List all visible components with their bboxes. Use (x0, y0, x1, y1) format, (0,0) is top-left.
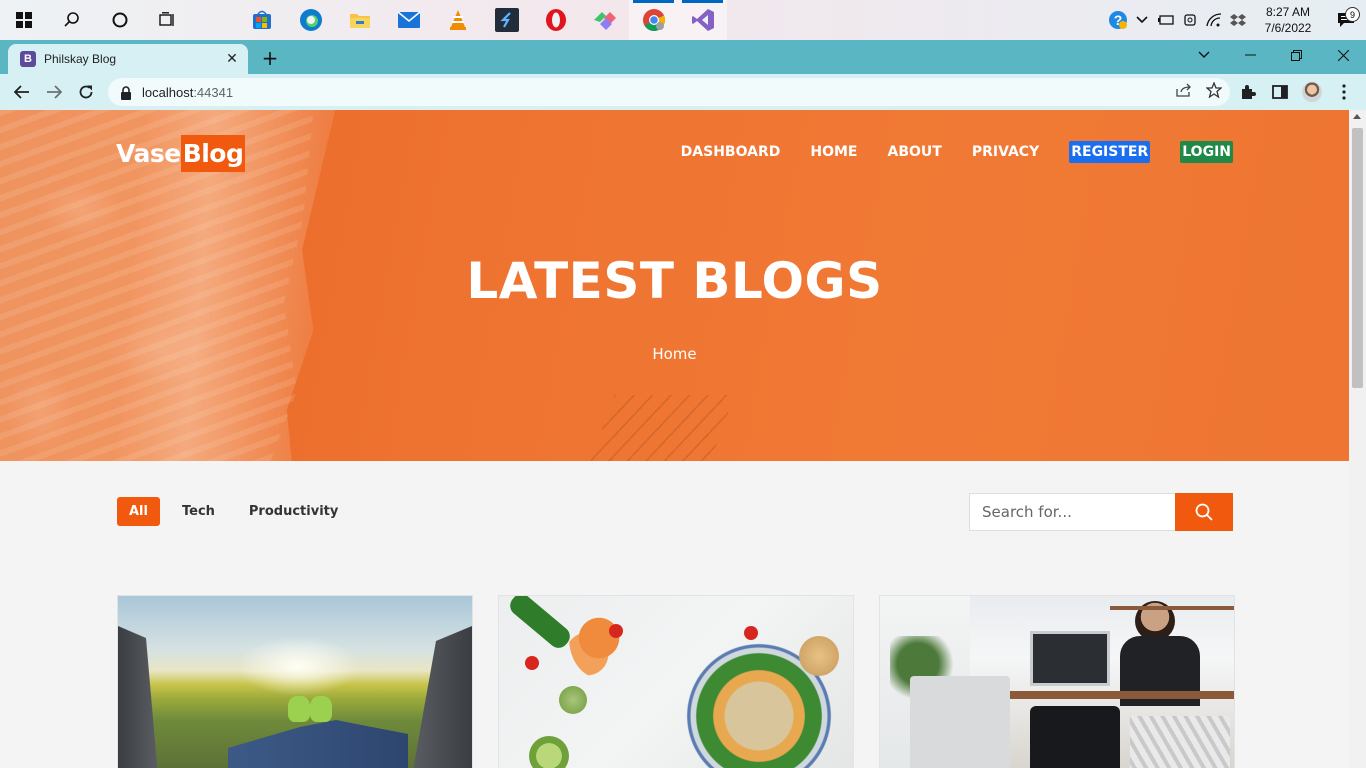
new-tab-button[interactable]: + (258, 44, 282, 72)
notification-count-badge: 9 (1345, 7, 1360, 22)
address-bar[interactable]: localhost:44341 (108, 78, 1230, 106)
url-text: localhost:44341 (142, 84, 234, 100)
nav-about-link[interactable]: ABOUT (888, 144, 942, 160)
browser-toolbar: localhost:44341 (0, 74, 1366, 110)
blog-card-image[interactable] (880, 596, 1234, 768)
forward-arrow-icon[interactable] (38, 76, 70, 108)
restore-window-icon[interactable] (1273, 40, 1319, 70)
browser-tab-strip: B Philskay Blog ✕ + (0, 40, 1366, 74)
chrome-icon[interactable] (629, 0, 678, 40)
blog-card[interactable] (117, 595, 473, 768)
side-panel-icon[interactable] (1264, 76, 1296, 108)
dropbox-icon[interactable] (1226, 0, 1250, 40)
menu-kebab-icon[interactable] (1328, 76, 1360, 108)
clock-date: 7/6/2022 (1264, 21, 1312, 35)
reload-icon[interactable] (70, 76, 102, 108)
blog-card[interactable] (879, 595, 1235, 768)
blog-card-image[interactable] (118, 596, 472, 768)
nav-home-link[interactable]: HOME (810, 144, 857, 160)
site-logo[interactable]: Vase Blog (116, 135, 246, 172)
wifi-icon[interactable] (1202, 0, 1226, 40)
mail-icon[interactable] (384, 0, 433, 40)
visual-studio-icon[interactable] (678, 0, 727, 40)
lock-icon[interactable] (120, 85, 132, 100)
clock-time: 8:27 AM (1265, 5, 1311, 19)
page-title: LATEST BLOGS (466, 252, 883, 310)
search-icon[interactable] (48, 0, 96, 40)
profile-avatar[interactable] (1296, 76, 1328, 108)
logo-text-part2: Blog (180, 135, 246, 172)
edge-browser-icon[interactable] (286, 0, 335, 40)
task-view-icon[interactable] (144, 0, 192, 40)
blog-card-list (117, 595, 1235, 768)
device-icon[interactable] (1178, 0, 1202, 40)
page-scrollbar[interactable] (1349, 110, 1366, 768)
git-client-icon[interactable] (580, 0, 629, 40)
battery-icon[interactable] (1154, 0, 1178, 40)
search-icon (1195, 503, 1213, 521)
chevron-up-icon[interactable] (1130, 0, 1154, 40)
blog-card[interactable] (498, 595, 854, 768)
nav-dashboard-link[interactable]: DASHBOARD (681, 144, 781, 160)
main-navigation: DASHBOARD HOME ABOUT PRIVACY REGISTER LO… (681, 141, 1233, 163)
opera-icon[interactable] (531, 0, 580, 40)
file-explorer-icon[interactable] (335, 0, 384, 40)
blog-card-image[interactable] (499, 596, 853, 768)
help-icon[interactable]: ? (1106, 0, 1130, 40)
search-form (969, 493, 1233, 531)
search-button[interactable] (1175, 493, 1233, 531)
cortana-icon[interactable] (96, 0, 144, 40)
close-window-icon[interactable] (1320, 40, 1366, 70)
filter-tech[interactable]: Tech (170, 497, 227, 526)
tab-favicon: B (20, 51, 36, 67)
scroll-up-arrow-icon[interactable] (1353, 114, 1361, 119)
tab-close-icon[interactable]: ✕ (224, 51, 240, 67)
hero-banner: Vase Blog DASHBOARD HOME ABOUT PRIVACY RE… (0, 110, 1349, 461)
category-filters: All Tech Productivity (117, 497, 350, 526)
microsoft-store-icon[interactable] (237, 0, 286, 40)
taskbar-clock[interactable]: 8:27 AM 7/6/2022 (1256, 4, 1320, 36)
windows-taskbar: ? 8:27 AM 7/6/2022 9 (0, 0, 1366, 40)
nav-login-button[interactable]: LOGIN (1180, 141, 1233, 163)
browser-tab[interactable]: B Philskay Blog ✕ (8, 44, 248, 74)
share-icon[interactable] (1176, 83, 1192, 101)
nav-register-button[interactable]: REGISTER (1069, 141, 1151, 163)
nav-privacy-link[interactable]: PRIVACY (972, 144, 1039, 160)
windows-start-icon[interactable] (0, 0, 48, 40)
page-viewport: Vase Blog DASHBOARD HOME ABOUT PRIVACY RE… (0, 110, 1366, 768)
search-input[interactable] (969, 493, 1175, 531)
tab-search-chevron-icon[interactable] (1181, 40, 1227, 70)
filter-all[interactable]: All (117, 497, 160, 526)
minimize-window-icon[interactable] (1227, 40, 1273, 70)
breadcrumb[interactable]: Home (0, 345, 1349, 363)
sublime-text-icon[interactable] (482, 0, 531, 40)
back-arrow-icon[interactable] (6, 76, 38, 108)
extensions-puzzle-icon[interactable] (1232, 76, 1264, 108)
logo-text-part1: Vase (116, 139, 181, 168)
vlc-icon[interactable] (433, 0, 482, 40)
filter-productivity[interactable]: Productivity (237, 497, 350, 526)
bookmark-star-icon[interactable] (1205, 81, 1223, 102)
tab-title: Philskay Blog (44, 52, 117, 66)
notification-center-icon[interactable]: 9 (1326, 7, 1366, 28)
scrollbar-thumb[interactable] (1352, 128, 1363, 388)
